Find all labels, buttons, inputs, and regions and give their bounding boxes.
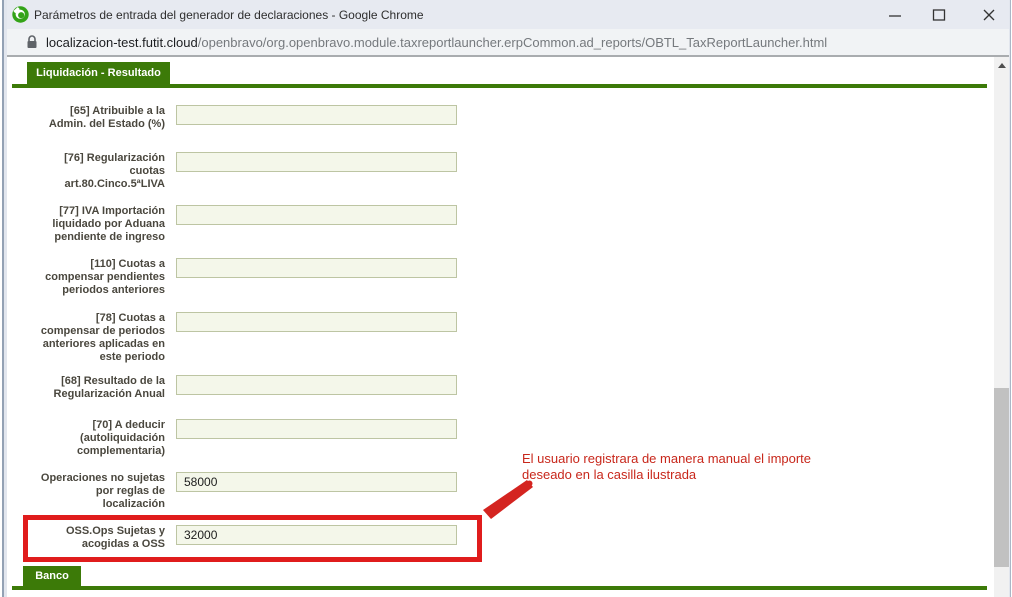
vertical-scrollbar[interactable] [994, 57, 1009, 597]
minimize-icon[interactable] [878, 0, 912, 29]
field-input-1[interactable] [176, 152, 457, 172]
field-input-5[interactable] [176, 375, 457, 395]
field-input-6[interactable] [176, 419, 457, 439]
red-highlight-box [23, 515, 482, 562]
section-tab-banco: Banco [23, 566, 81, 586]
section-divider-bottom [12, 586, 987, 590]
openbravo-logo-icon [12, 6, 29, 23]
lock-icon[interactable] [26, 35, 38, 54]
url-path: /openbravo/org.openbravo.module.taxrepor… [197, 35, 828, 50]
field-label: [65] Atribuible a la Admin. del Estado (… [48, 105, 165, 130]
field-input-2[interactable] [176, 205, 457, 225]
field-label: [77] IVA Importación liquidado por Aduan… [52, 205, 165, 243]
scroll-up-arrow-icon[interactable] [994, 57, 1009, 74]
field-label: [68] Resultado de la Regularización Anua… [53, 375, 165, 400]
field-label: [78] Cuotas a compensar de periodos ante… [40, 312, 165, 363]
titlebar[interactable]: Parámetros de entrada del generador de d… [7, 0, 1009, 29]
field-label: [76] Regularización cuotas art.80.Cinco.… [64, 152, 165, 190]
scrollbar-thumb[interactable] [994, 388, 1009, 567]
maximize-icon[interactable] [922, 0, 956, 29]
browser-popup-window: Parámetros de entrada del generador de d… [0, 0, 1012, 597]
url-domain: localizacion-test.futit.cloud [46, 35, 198, 50]
field-label: Operaciones no sujetas por reglas de loc… [40, 472, 165, 510]
annotation-note: El usuario registrara de manera manual e… [522, 451, 812, 482]
url-bar: localizacion-test.futit.cloud/openbravo/… [7, 29, 1009, 57]
field-label: [110] Cuotas a compensar pendientes peri… [45, 258, 165, 296]
field-input-3[interactable] [176, 258, 457, 278]
window-border-left [0, 0, 7, 597]
url-text: localizacion-test.futit.cloud/openbravo/… [46, 29, 827, 55]
section-tab-liquidacion-resultado: Liquidación - Resultado [27, 62, 170, 84]
field-input-7[interactable] [176, 472, 457, 492]
field-label: [70] A deducir (autoliquidación compleme… [76, 419, 165, 457]
field-input-0[interactable] [176, 105, 457, 125]
close-icon[interactable] [972, 0, 1006, 29]
section-divider-top [12, 84, 987, 88]
field-input-4[interactable] [176, 312, 457, 332]
window-title: Parámetros de entrada del generador de d… [34, 8, 424, 22]
